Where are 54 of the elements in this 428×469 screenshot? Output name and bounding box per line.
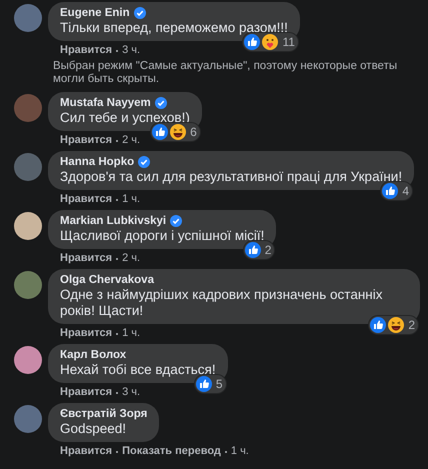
- action-link[interactable]: Нравится: [60, 252, 112, 265]
- like-icon: [370, 317, 386, 333]
- avatar[interactable]: [14, 271, 42, 299]
- like-icon: [244, 34, 260, 50]
- action-link[interactable]: Нравится: [60, 44, 112, 57]
- reactions-badge[interactable]: 2: [244, 241, 274, 259]
- author-name[interactable]: Eugene Enin: [60, 6, 130, 20]
- like-icon: [382, 183, 398, 199]
- comment-time[interactable]: 3 ч.: [122, 386, 140, 399]
- author-name[interactable]: Євстратій Зоря: [60, 407, 148, 421]
- comment-text: Godspeed!: [60, 421, 128, 437]
- action-link[interactable]: Показать перевод: [122, 445, 221, 458]
- comment-text: Сил тебе и успехов!): [60, 110, 190, 126]
- author-name[interactable]: Hanna Hopko: [60, 155, 134, 169]
- reactions-badge[interactable]: 6: [151, 123, 200, 141]
- comment-text: Тільки вперед, переможемо разом!!!: [60, 20, 288, 36]
- comment-text: Здоров'я та сил для результативної праці для України!: [60, 169, 402, 185]
- reactions-badge[interactable]: 2: [369, 316, 418, 334]
- reaction-count: 2: [407, 317, 415, 333]
- comment-time[interactable]: 2 ч.: [122, 134, 140, 147]
- laughing-emoji-icon: [170, 124, 186, 140]
- action-link[interactable]: Нравится: [60, 134, 112, 147]
- reaction-count: 6: [189, 124, 197, 140]
- comment-time[interactable]: 1 ч.: [122, 193, 140, 206]
- hug-emoji-icon: [262, 34, 278, 50]
- reactions-badge[interactable]: 4: [381, 182, 412, 200]
- like-icon: [196, 376, 212, 392]
- like-icon: [244, 242, 261, 258]
- comment-text: Одне з наймудріших кадрових призначень останніх років! Щасти!: [60, 287, 384, 319]
- reaction-count: 2: [264, 242, 272, 258]
- author-name[interactable]: Карл Волох: [60, 348, 126, 362]
- reaction-count: 5: [214, 376, 223, 392]
- action-link[interactable]: Нравится: [60, 445, 112, 458]
- comment-text: Нехай тобі все вдасться!: [60, 362, 216, 378]
- comment-time[interactable]: 1 ч.: [230, 445, 249, 458]
- comment-text: Щасливої дороги і успішної місії!: [60, 228, 264, 244]
- author-name[interactable]: Mustafa Nayyem: [60, 96, 151, 110]
- reaction-count: 11: [281, 35, 295, 50]
- reactions-badge[interactable]: 11: [243, 33, 298, 51]
- comment-time[interactable]: 1 ч.: [122, 327, 140, 340]
- like-icon: [152, 124, 168, 140]
- avatar[interactable]: [14, 346, 42, 374]
- comment-time[interactable]: 3 ч.: [122, 44, 140, 57]
- action-link[interactable]: Нравится: [60, 327, 112, 340]
- author-name[interactable]: Olga Chervakova: [60, 273, 154, 287]
- author-name[interactable]: Markian Lubkivskyi: [60, 214, 166, 228]
- reaction-count: 4: [401, 183, 410, 199]
- reactions-badge[interactable]: 5: [194, 375, 226, 393]
- notice-text: Выбран режим "Самые актуальные", поэтому некоторые ответы могли быть скрыты.: [53, 60, 398, 86]
- comment-time[interactable]: 2 ч.: [122, 252, 140, 265]
- action-link[interactable]: Нравится: [60, 193, 112, 206]
- avatar[interactable]: [14, 212, 42, 240]
- action-link[interactable]: Нравится: [60, 386, 112, 399]
- laughing-emoji-icon: [388, 317, 404, 333]
